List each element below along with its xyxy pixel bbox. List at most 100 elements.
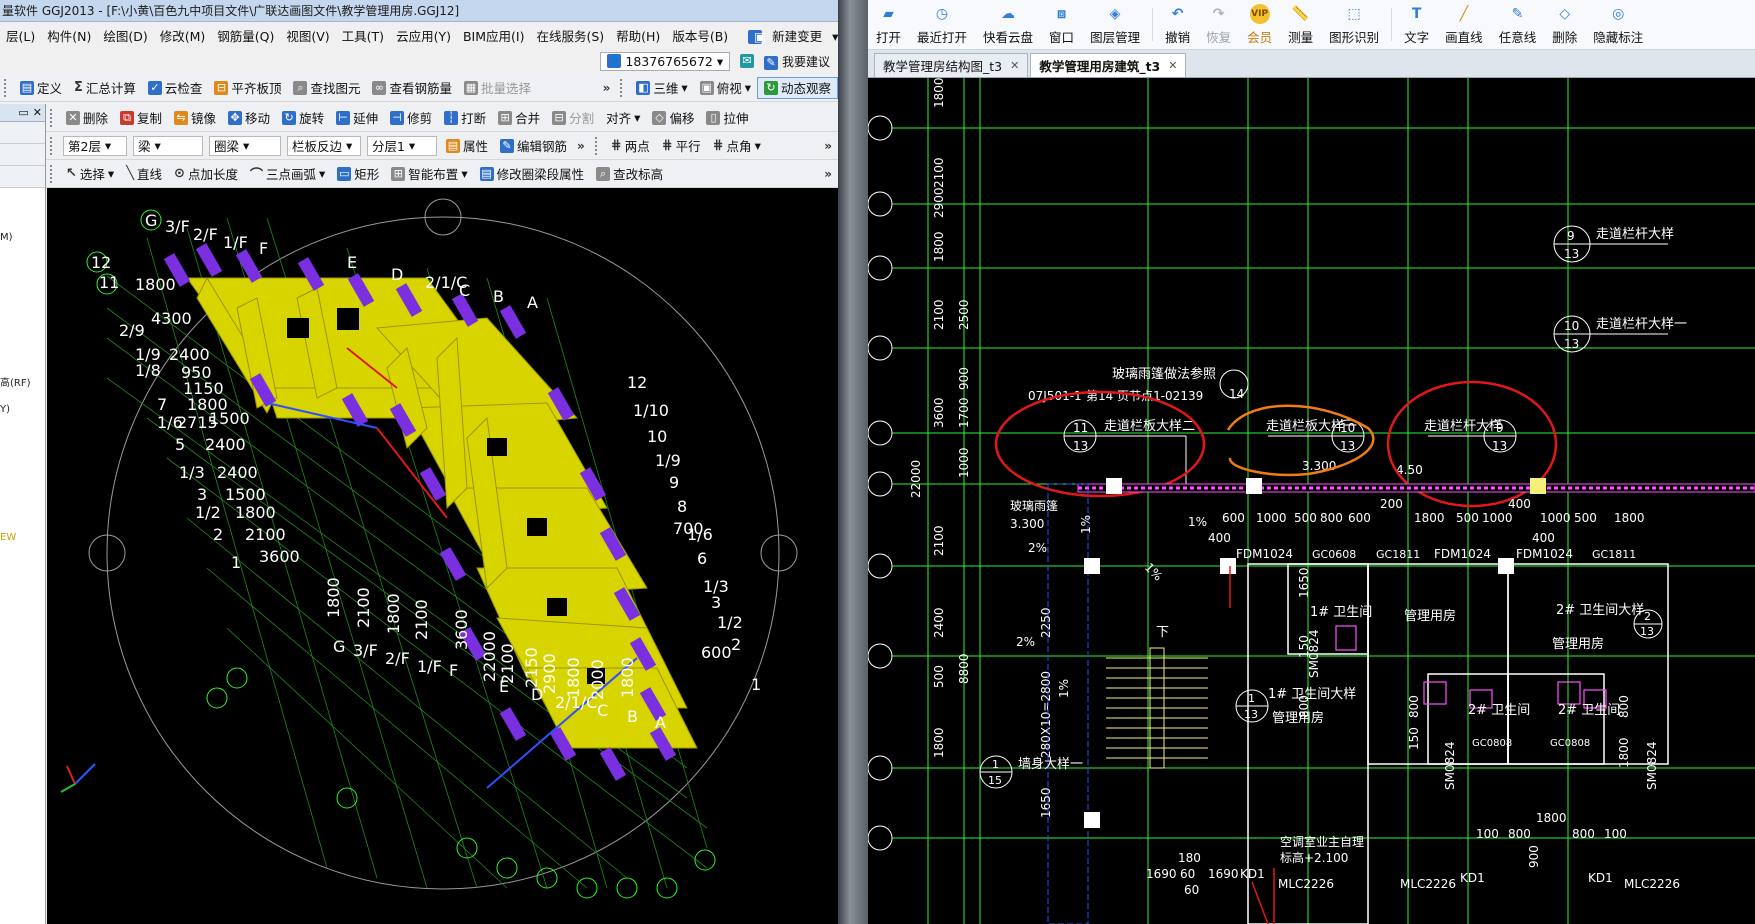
window-button[interactable]: ⧈ 窗口 bbox=[1041, 0, 1082, 49]
menu-cloud[interactable]: 云应用(Y) bbox=[390, 26, 457, 45]
modify-beam-button[interactable]: ▤ 修改圈梁段属性 bbox=[474, 163, 591, 185]
panel-row[interactable] bbox=[0, 166, 45, 188]
cloud-check-button[interactable]: ✓ 云检查 bbox=[142, 77, 209, 99]
menu-bim[interactable]: BIM应用(I) bbox=[457, 26, 531, 45]
vip-button[interactable]: VIP 会员 bbox=[1239, 0, 1280, 49]
menu-draw[interactable]: 绘图(D) bbox=[97, 26, 153, 45]
menu-bar: 层(L) 构件(N) 绘图(D) 修改(M) 钢筋量(Q) 视图(V) 工具(T… bbox=[0, 22, 838, 48]
recent-button[interactable]: ◷ 最近打开 bbox=[909, 0, 975, 49]
menu-layer[interactable]: 层(L) bbox=[0, 26, 41, 45]
erase-button[interactable]: ◇ 删除 bbox=[1544, 0, 1585, 49]
toolbar-grip[interactable] bbox=[620, 78, 624, 97]
draw-line-label: 画直线 bbox=[1445, 29, 1483, 45]
panel-row[interactable] bbox=[0, 122, 45, 144]
undo-button[interactable]: ↶ 撤销 bbox=[1157, 0, 1198, 49]
menu-tools[interactable]: 工具(T) bbox=[336, 26, 390, 45]
close-icon[interactable]: ✕ bbox=[1010, 59, 1019, 72]
split-button[interactable]: ⊟ 分割 bbox=[546, 107, 600, 129]
toolbar-grip[interactable] bbox=[4, 78, 8, 97]
3d-view-button[interactable]: ◧ 三维 ▾ bbox=[630, 77, 693, 99]
layer-manager-button[interactable]: ◈ 图层管理 bbox=[1082, 0, 1148, 49]
mirror-button[interactable]: ⇋ 镜像 bbox=[168, 107, 222, 129]
message-icon[interactable]: ✉ bbox=[740, 54, 755, 68]
rect-button[interactable]: ▭ 矩形 bbox=[331, 163, 385, 185]
align-slab-button[interactable]: ⊟ 平齐板顶 bbox=[208, 77, 287, 99]
copy-button[interactable]: ⧉ 复制 bbox=[114, 107, 168, 129]
freehand-button[interactable]: ✎ 任意线 bbox=[1491, 0, 1545, 49]
rotate-button[interactable]: ↻ 旋转 bbox=[276, 107, 330, 129]
edit-rebar-button[interactable]: ✎ 编辑钢筋 bbox=[494, 135, 573, 157]
tab-architecture[interactable]: 教学管理用房建筑_t3 ✕ bbox=[1030, 53, 1187, 77]
type-select[interactable]: 梁 ▾ bbox=[133, 135, 203, 156]
batch-select-button[interactable]: ▦ 批量选择 bbox=[458, 77, 537, 99]
toolbar-grip[interactable] bbox=[50, 136, 54, 155]
pin-icon[interactable]: ▭ bbox=[18, 104, 28, 121]
toolbar-overflow-icon[interactable]: » bbox=[603, 81, 617, 95]
delete-button[interactable]: ✕ 删除 bbox=[60, 107, 114, 129]
panel-row[interactable] bbox=[0, 144, 45, 166]
close-icon[interactable]: ✕ bbox=[1168, 59, 1177, 72]
phone-box[interactable]: 👤 18376765672 ▾ bbox=[600, 51, 731, 71]
break-button[interactable]: ┆ 打断 bbox=[438, 107, 492, 129]
toolbar-grip[interactable] bbox=[50, 164, 54, 183]
line-button[interactable]: ╲ 直线 bbox=[120, 163, 168, 185]
align-button[interactable]: 对齐 ▾ bbox=[600, 107, 646, 129]
menu-new-change[interactable]: ▣ 新建变更 ▾ bbox=[742, 26, 838, 45]
elevation-button[interactable]: ⌕ 查改标高 bbox=[590, 163, 669, 185]
menu-view[interactable]: 视图(V) bbox=[280, 26, 335, 45]
close-icon[interactable]: ✕ bbox=[33, 104, 42, 121]
attr-button[interactable]: ▤ 属性 bbox=[440, 135, 494, 157]
arc-button[interactable]: ⌒ 三点画弧 ▾ bbox=[244, 163, 331, 185]
draw-line-button[interactable]: ╱ 画直线 bbox=[1437, 0, 1491, 49]
summary-button[interactable]: Σ 汇总计算 bbox=[68, 77, 142, 99]
trim-button[interactable]: ⊣ 修剪 bbox=[384, 107, 438, 129]
axis-label: 10 bbox=[647, 427, 667, 446]
toolbar-overflow-icon[interactable]: » bbox=[824, 167, 838, 181]
subtype-select[interactable]: 圈梁 ▾ bbox=[209, 135, 281, 156]
toolbar-grip[interactable] bbox=[594, 136, 599, 155]
cad-dim: 200 bbox=[1380, 497, 1403, 511]
toolbar-grip[interactable] bbox=[50, 108, 54, 127]
3d-viewport[interactable]: G 3/F 2/F 1/F F 12 11 1800 4300 2/9 1/9 … bbox=[47, 188, 838, 924]
point-length-button[interactable]: ⊙ 点加长度 bbox=[168, 163, 244, 185]
view-rebar-button[interactable]: ∞ 查看钢筋量 bbox=[366, 77, 458, 99]
menu-version[interactable]: 版本号(B) bbox=[666, 26, 734, 45]
toolbar-overflow-icon[interactable]: » bbox=[577, 139, 591, 153]
parallel-button[interactable]: ⋕ 平行 bbox=[656, 135, 707, 157]
redo-button[interactable]: ↷ 恢复 bbox=[1198, 0, 1239, 49]
element-select[interactable]: 栏板反边 ▾ bbox=[287, 135, 361, 156]
menu-help[interactable]: 帮助(H) bbox=[610, 26, 666, 45]
shape-recognize-button[interactable]: ⬚ 图形识别 bbox=[1321, 0, 1387, 49]
find-element-button[interactable]: ⌕ 查找图元 bbox=[287, 77, 366, 99]
two-point-button[interactable]: ⋕ 两点 bbox=[605, 135, 656, 157]
text-button[interactable]: T 文字 bbox=[1396, 0, 1437, 49]
stretch-button[interactable]: ▯ 拉伸 bbox=[700, 107, 754, 129]
top-view-button[interactable]: ▣ 俯视 ▾ bbox=[694, 77, 757, 99]
menu-modify[interactable]: 修改(M) bbox=[154, 26, 212, 45]
redo-icon: ↷ bbox=[1212, 5, 1225, 22]
smart-layout-button[interactable]: ⊞ 智能布置 ▾ bbox=[385, 163, 473, 185]
point-angle-button[interactable]: ⋕ 点角 ▾ bbox=[707, 135, 767, 157]
merge-button[interactable]: ⊞ 合并 bbox=[492, 107, 546, 129]
orbit-button[interactable]: ↻ 动态观察 bbox=[756, 76, 838, 99]
extend-button[interactable]: ⊢ 延伸 bbox=[330, 107, 384, 129]
menu-component[interactable]: 构件(N) bbox=[41, 26, 97, 45]
move-button[interactable]: ✥ 移动 bbox=[222, 107, 276, 129]
cad-drawing-viewport[interactable]: 1800 2100 2900 1800 2100 2500 900 3600 1… bbox=[867, 77, 1755, 924]
select-button[interactable]: ↖ 选择 ▾ bbox=[60, 163, 120, 185]
menu-rebar[interactable]: 钢筋量(Q) bbox=[211, 26, 280, 45]
offset-button[interactable]: ◇ 偏移 bbox=[646, 107, 700, 129]
cloud-button[interactable]: ☁ 快看云盘 bbox=[975, 0, 1041, 49]
floor-select[interactable]: 第2层 ▾ bbox=[63, 135, 127, 156]
bath-dim: 1800 bbox=[1617, 737, 1631, 768]
tab-structure[interactable]: 教学管理房结构图_t3 ✕ bbox=[874, 53, 1029, 77]
define-button[interactable]: ▤ 定义 bbox=[14, 77, 68, 99]
hide-markup-button[interactable]: ◎ 隐藏标注 bbox=[1585, 0, 1651, 49]
suggest-button[interactable]: ✎ 我要建议 bbox=[764, 53, 830, 70]
toolbar-overflow-icon[interactable]: » bbox=[824, 139, 838, 153]
measure-button[interactable]: 📏 测量 bbox=[1280, 0, 1321, 49]
open-button[interactable]: ▰ 打开 bbox=[868, 0, 909, 49]
menu-online[interactable]: 在线服务(S) bbox=[530, 26, 610, 45]
layer-select[interactable]: 分层1 ▾ bbox=[367, 135, 437, 156]
axis-label: A bbox=[655, 713, 666, 732]
